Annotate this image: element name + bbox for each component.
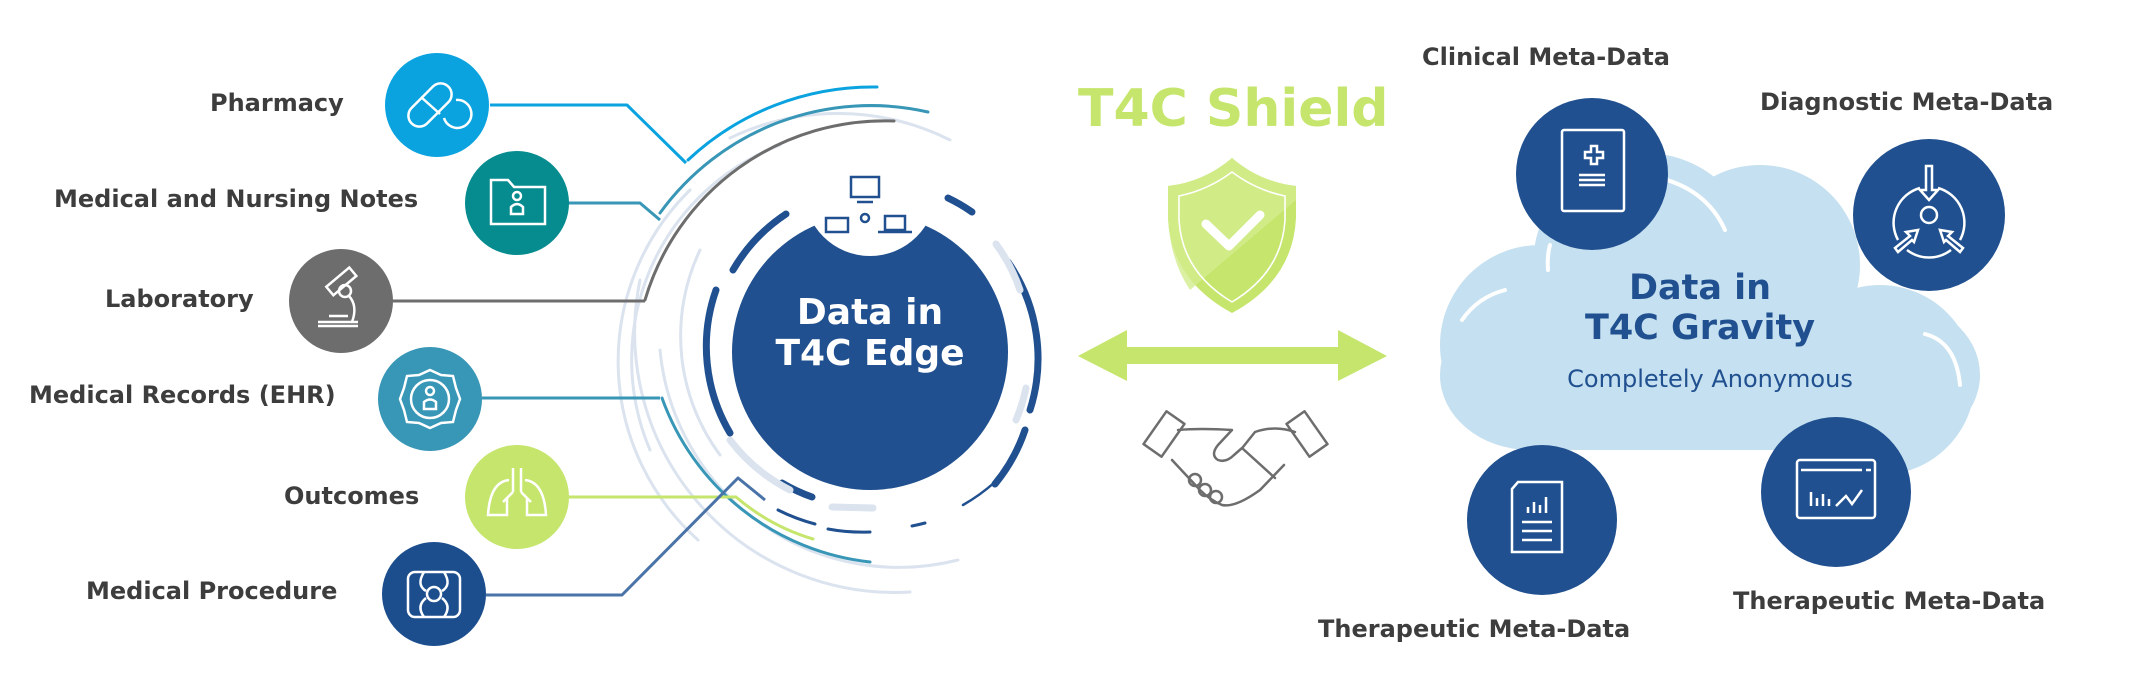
source-nursing-notes[interactable] bbox=[465, 151, 569, 255]
metadata-clinical[interactable] bbox=[1516, 98, 1668, 250]
edge-title: Data in T4C Edge bbox=[770, 292, 970, 375]
ring-light-6 bbox=[679, 248, 722, 457]
source-circles bbox=[289, 53, 569, 646]
gravity-subtitle: Completely Anonymous bbox=[1567, 365, 1853, 393]
label-therapeutic-meta-2: Therapeutic Meta-Data bbox=[1733, 587, 2046, 615]
label-clinical-meta: Clinical Meta-Data bbox=[1422, 43, 1670, 71]
label-medical-procedure: Medical Procedure bbox=[86, 577, 338, 605]
metadata-therapeutic-2[interactable] bbox=[1761, 417, 1911, 567]
ring-dash-1 bbox=[702, 286, 734, 437]
ring-dash-8 bbox=[826, 527, 872, 534]
source-medical-procedure[interactable] bbox=[382, 542, 486, 646]
ring-dash-3 bbox=[944, 194, 976, 216]
label-nursing-notes: Medical and Nursing Notes bbox=[54, 185, 419, 213]
ring-dash-7 bbox=[776, 508, 817, 526]
metadata-therapeutic-1[interactable] bbox=[1467, 445, 1617, 595]
edge-notch bbox=[804, 124, 936, 256]
label-ehr: Medical Records (EHR) bbox=[29, 381, 336, 409]
handshake-icon bbox=[1142, 410, 1329, 507]
label-pharmacy: Pharmacy bbox=[210, 89, 344, 117]
gravity-title-line1: Data in bbox=[1628, 268, 1772, 308]
ring-light-dash-3 bbox=[992, 240, 1024, 294]
ring-dash-9 bbox=[910, 521, 927, 528]
source-outcomes[interactable] bbox=[465, 445, 569, 549]
connector-nursing bbox=[568, 201, 661, 222]
source-ehr[interactable] bbox=[378, 347, 482, 451]
ring-light-dash-1 bbox=[828, 503, 877, 512]
ring-dash-5 bbox=[991, 426, 1029, 488]
gravity-title-line2: T4C Gravity bbox=[1584, 308, 1816, 349]
source-pharmacy[interactable] bbox=[385, 53, 489, 157]
label-outcomes: Outcomes bbox=[284, 482, 420, 510]
label-laboratory: Laboratory bbox=[105, 285, 254, 313]
source-laboratory[interactable] bbox=[289, 249, 393, 353]
double-arrow-icon bbox=[1078, 330, 1387, 381]
ring-dash-10 bbox=[961, 480, 997, 507]
edge-title-line2: T4C Edge bbox=[775, 333, 965, 375]
shield-check-icon bbox=[1168, 158, 1296, 313]
ring-light-dash-4 bbox=[1012, 384, 1030, 424]
gravity-title: Data in T4C Gravity bbox=[1500, 268, 1900, 349]
label-therapeutic-meta-1: Therapeutic Meta-Data bbox=[1318, 615, 1631, 643]
edge-title-line1: Data in bbox=[796, 292, 944, 333]
shield-title: T4C Shield bbox=[1078, 79, 1389, 139]
label-diagnostic-meta: Diagnostic Meta-Data bbox=[1760, 88, 2054, 116]
